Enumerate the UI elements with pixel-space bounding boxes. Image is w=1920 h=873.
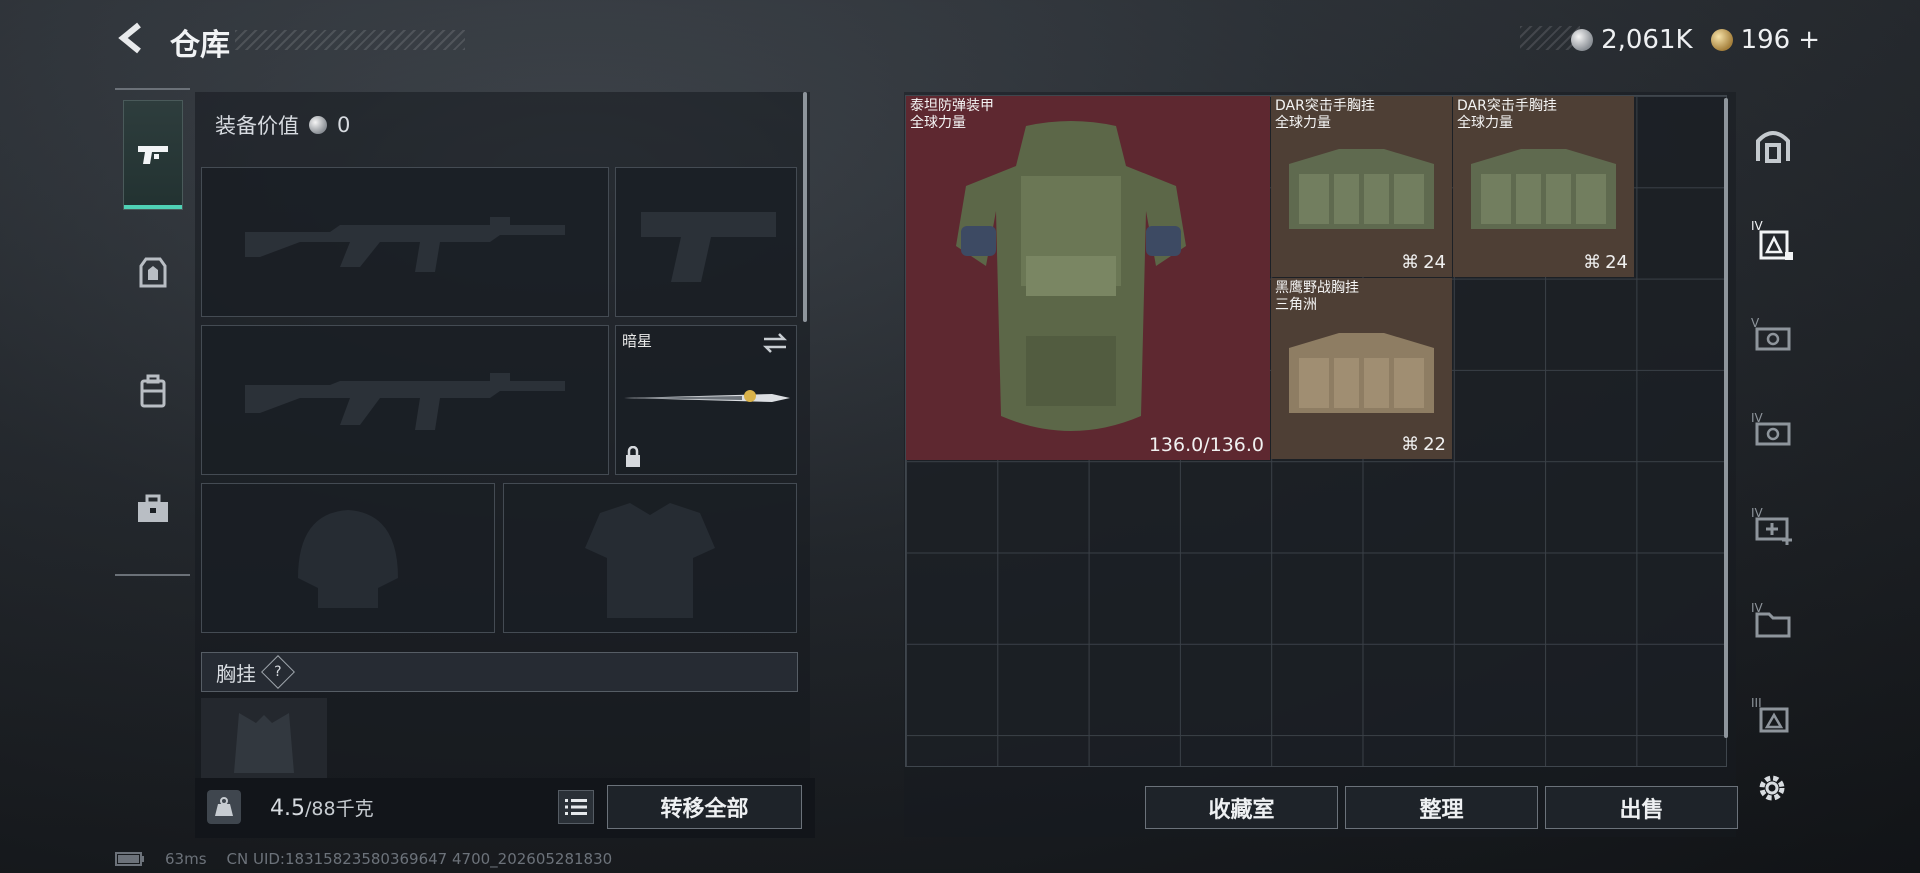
- tab-backpack[interactable]: [123, 336, 183, 446]
- equipment-value-label: 装备价值: [215, 114, 299, 138]
- carry-weight-max: /88千克: [305, 798, 374, 820]
- item-name: 黑鹰野战胸挂 三角洲: [1275, 280, 1359, 313]
- armor-plate-icon: [139, 257, 167, 288]
- transfer-all-button[interactable]: 转移全部: [607, 785, 802, 829]
- sell-button[interactable]: 出售: [1545, 786, 1738, 829]
- settings-button[interactable]: [1752, 768, 1792, 808]
- stack-icon: ⌘: [1583, 252, 1602, 273]
- chest-rig-slot[interactable]: [201, 698, 327, 778]
- knife-item-icon: [624, 390, 790, 402]
- storage-item-armor[interactable]: 泰坦防弹装甲 全球力量 136.0/136.0: [906, 96, 1270, 460]
- primary-weapon-slot[interactable]: [201, 167, 609, 317]
- helmet-silhouette-icon: [202, 484, 494, 632]
- gold-coin-icon: [1710, 29, 1733, 51]
- battery-icon: [115, 852, 144, 866]
- carry-weight: 4.5/88千克: [270, 794, 374, 821]
- chest-rig-item-icon: [1471, 149, 1616, 229]
- page-title: 仓库: [170, 28, 230, 63]
- handgun-silhouette-icon: [616, 168, 796, 316]
- gold-currency-value: 196: [1740, 25, 1791, 55]
- vault-icon: [1755, 131, 1790, 163]
- collection-room-button[interactable]: 收藏室: [1145, 786, 1338, 829]
- item-count: ⌘ 24: [1401, 252, 1446, 273]
- currency-bar: 2,061K 196 +: [1571, 20, 1820, 60]
- help-icon[interactable]: ?: [261, 655, 295, 689]
- tertiary-weapon-slot[interactable]: [201, 325, 609, 475]
- medkit-tier-iv-icon: IV: [1751, 506, 1792, 545]
- silver-currency[interactable]: 2,061K: [1571, 25, 1693, 55]
- tab-medkit-tier-iv[interactable]: IV: [1745, 495, 1800, 555]
- helmet-slot[interactable]: [201, 483, 495, 633]
- list-view-button[interactable]: [558, 790, 594, 824]
- silver-coin-icon: [1571, 29, 1594, 51]
- item-count: ⌘ 24: [1583, 252, 1628, 273]
- item-durability: 136.0/136.0: [1148, 434, 1264, 456]
- tab-folder-tier-iv[interactable]: IV: [1745, 590, 1800, 650]
- stack-icon: ⌘: [1401, 252, 1420, 273]
- body-armor-item-icon: [956, 121, 1186, 431]
- swap-icon[interactable]: [762, 332, 788, 354]
- tab-weapons[interactable]: [123, 100, 183, 210]
- tab-armor-tier-iv[interactable]: IV: [1745, 210, 1800, 270]
- silver-currency-value: 2,061K: [1601, 25, 1693, 55]
- body-armor-slot[interactable]: [503, 483, 797, 633]
- top-bar: 仓库 2,061K 196 +: [0, 0, 1920, 80]
- tab-camera-tier-iv[interactable]: IV: [1745, 400, 1800, 460]
- add-currency-button[interactable]: +: [1798, 25, 1820, 55]
- storage-category-rail: IV V IV IV IV III: [1740, 100, 1805, 760]
- rig-silhouette-icon: [201, 698, 327, 778]
- melee-slot[interactable]: 暗星: [615, 325, 797, 475]
- armor-tier-iii-icon: III: [1751, 696, 1788, 733]
- chest-rig-item-icon: [1289, 149, 1434, 229]
- item-count: ⌘ 22: [1401, 434, 1446, 455]
- loadout-category-rail: [115, 88, 190, 576]
- chest-rig-item-icon: [1289, 333, 1434, 413]
- title-decoration: [235, 30, 465, 50]
- carry-weight-value: 4.5: [270, 796, 305, 821]
- equipment-value: 装备价值 0: [215, 110, 350, 140]
- stack-icon: ⌘: [1401, 434, 1420, 455]
- section-title: 胸挂: [216, 661, 256, 686]
- vest-silhouette-icon: [504, 484, 796, 632]
- storage-item-rig[interactable]: 黑鹰野战胸挂 三角洲 ⌘ 22: [1271, 278, 1452, 459]
- weight-icon: [207, 790, 241, 824]
- melee-slot-label: 暗星: [622, 332, 653, 350]
- latency: 63ms: [165, 850, 207, 868]
- chest-rig-section-header: 胸挂 ?: [201, 652, 798, 692]
- camera-tier-iv-icon: IV: [1751, 411, 1790, 446]
- armor-tier-iv-icon: IV: [1751, 219, 1793, 260]
- tab-toolbox[interactable]: [123, 454, 183, 564]
- tab-vault[interactable]: [1745, 115, 1800, 175]
- storage-item-rig[interactable]: DAR突击手胸挂 全球力量 ⌘ 24: [1453, 96, 1634, 277]
- camera-tier-v-icon: V: [1751, 316, 1790, 351]
- back-arrow-icon: [118, 22, 141, 54]
- organize-button[interactable]: 整理: [1345, 786, 1538, 829]
- tab-camera-tier-v[interactable]: V: [1745, 305, 1800, 365]
- gear-icon: [1759, 775, 1785, 801]
- item-name: DAR突击手胸挂 全球力量: [1275, 98, 1375, 131]
- storage-item-rig[interactable]: DAR突击手胸挂 全球力量 ⌘ 24: [1271, 96, 1452, 277]
- gold-currency[interactable]: 196 +: [1710, 25, 1820, 55]
- pistol-icon: [138, 146, 168, 164]
- secondary-weapon-slot[interactable]: [615, 167, 797, 317]
- storage-scrollbar[interactable]: [1724, 98, 1728, 738]
- backpack-icon: [140, 374, 166, 408]
- rifle-silhouette-icon: [202, 168, 608, 316]
- equipment-value-amount: 0: [337, 113, 351, 137]
- tab-armor[interactable]: [123, 218, 183, 328]
- folder-tier-iv-icon: IV: [1751, 601, 1790, 638]
- loadout-scrollbar[interactable]: [803, 92, 807, 322]
- lock-icon: [626, 446, 640, 467]
- status-bar: 63ms CN UID:18315823580369647 4700_20260…: [115, 850, 612, 868]
- back-button[interactable]: [112, 18, 152, 58]
- toolbox-icon: [138, 494, 168, 522]
- list-icon: [565, 799, 587, 815]
- item-name: DAR突击手胸挂 全球力量: [1457, 98, 1557, 131]
- silver-coin-icon: [309, 116, 327, 134]
- rifle-silhouette-icon: [202, 326, 608, 474]
- tab-armor-tier-iii[interactable]: III: [1745, 685, 1800, 745]
- user-uid: CN UID:18315823580369647 4700_2026052818…: [226, 850, 613, 868]
